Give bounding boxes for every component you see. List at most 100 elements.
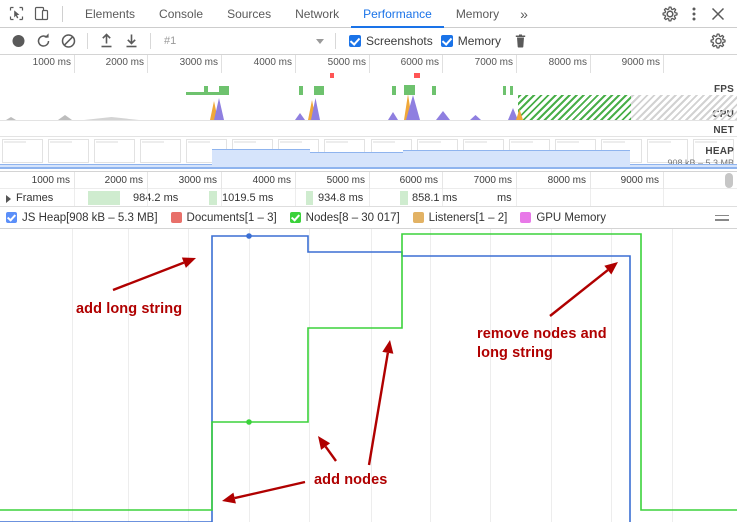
overview-row-cpu: CPU <box>0 94 737 121</box>
ruler-tick-label: 2000 ms <box>105 57 144 68</box>
fps-bar <box>204 86 208 95</box>
arrow-add-nodes-left <box>222 480 306 504</box>
more-vertical-icon[interactable] <box>683 3 705 25</box>
timeline-ruler-tick <box>442 172 443 190</box>
chevron-down-icon <box>316 38 324 44</box>
counter-legend-item-nodes[interactable]: Nodes[8 – 30 017] <box>289 212 400 224</box>
counters-chart[interactable]: add long string add nodes remove nodes a… <box>0 229 737 522</box>
timeline-ruler-tick <box>590 172 591 190</box>
screenshots-checkbox[interactable]: Screenshots <box>349 34 433 48</box>
counter-legend-item-listeners[interactable]: Listeners[1 – 2] <box>412 212 507 224</box>
frames-gridline <box>516 189 517 206</box>
counter-legend-item-gpu-memory[interactable]: GPU Memory <box>520 212 606 224</box>
cpu-gray-hatch-region <box>631 95 737 120</box>
frames-gridline <box>590 189 591 206</box>
tab-elements[interactable]: Elements <box>73 1 147 28</box>
ruler-tick-label: 5000 ms <box>327 57 366 68</box>
counters-legend: JS Heap[908 kB – 5.3 MB] Documents[1 – 3]… <box>0 207 737 229</box>
cpu-activity-peak <box>470 115 481 120</box>
capture-settings-gear-icon[interactable] <box>707 30 730 52</box>
record-button[interactable] <box>7 30 30 52</box>
frames-track[interactable]: Frames 984.2 ms 1019.5 ms 934.8 ms 858.1 ms… <box>0 189 737 207</box>
frames-gridline <box>295 189 296 206</box>
ruler-tick <box>516 55 517 73</box>
tab-list: Elements Console Sources Network Perform… <box>73 0 537 28</box>
cpu-green-hatch-region <box>518 95 631 120</box>
tab-console[interactable]: Console <box>147 1 215 28</box>
session-selector[interactable]: #1 <box>158 31 328 51</box>
timeline-ruler-tick-label: 4000 ms <box>252 175 291 186</box>
memory-label: Memory <box>457 34 502 48</box>
fps-row-label: FPS <box>713 84 734 95</box>
timeline-ruler-tick <box>221 172 222 190</box>
frame-duration-label: 1019.5 ms <box>222 192 274 204</box>
arrow-add-nodes-right <box>367 340 394 466</box>
annotation-line-2: long string <box>477 345 554 361</box>
color-swatch-icon <box>412 212 424 223</box>
chart-series-nodes <box>0 233 737 511</box>
frames-gridline <box>74 189 75 206</box>
frames-gridline <box>442 189 443 206</box>
inspect-icon[interactable] <box>8 5 25 22</box>
devtools-window: Elements Console Sources Network Perform… <box>0 0 737 522</box>
annotation-add-long-string: add long string <box>76 301 183 317</box>
ruler-tick <box>590 55 591 73</box>
close-icon[interactable] <box>707 3 729 25</box>
tab-network[interactable]: Network <box>283 1 351 28</box>
fps-dropped-frame-marker <box>414 73 420 78</box>
toolbar-divider-2 <box>150 33 151 49</box>
device-toolbar-icon[interactable] <box>33 5 50 22</box>
ruler-tick <box>74 55 75 73</box>
ruler-tick <box>147 55 148 73</box>
frame-block[interactable] <box>400 191 408 205</box>
settings-gear-icon[interactable] <box>659 3 681 25</box>
frame-block[interactable] <box>306 191 313 205</box>
checkbox-icon <box>349 35 361 47</box>
color-swatch-icon <box>170 212 182 223</box>
chart-data-point-marker[interactable] <box>246 233 252 239</box>
fps-dropped-frame-marker <box>330 73 334 78</box>
reload-and-record-button[interactable] <box>32 30 55 52</box>
timeline-overview[interactable]: 1000 ms 2000 ms 3000 ms 4000 ms 5000 ms 6000 … <box>0 55 737 171</box>
arrow-add-long-string <box>112 257 196 292</box>
annotation-remove-nodes-and-long-string: remove nodes and long string <box>477 325 607 363</box>
frame-block[interactable] <box>88 191 120 205</box>
counter-legend-item-documents[interactable]: Documents[1 – 3] <box>170 212 277 224</box>
cpu-activity-peak <box>436 111 450 120</box>
counters-menu-icon[interactable] <box>715 212 729 224</box>
expand-frames-caret-icon[interactable] <box>6 195 11 203</box>
color-swatch-icon <box>520 212 532 223</box>
overview-row-net: NET <box>0 121 737 137</box>
heap-overview-step <box>403 150 630 167</box>
ruler-tick-label: 3000 ms <box>179 57 218 68</box>
tabbar-divider <box>62 5 63 22</box>
trash-icon[interactable] <box>509 30 532 52</box>
tab-sources[interactable]: Sources <box>215 1 283 28</box>
counter-legend-item-js-heap[interactable]: JS Heap[908 kB – 5.3 MB] <box>6 212 158 224</box>
fps-bar <box>219 86 229 95</box>
tab-memory[interactable]: Memory <box>444 1 511 28</box>
checkbox-icon <box>6 212 17 223</box>
tabbar-left-icons <box>0 0 73 27</box>
clear-button[interactable] <box>57 30 80 52</box>
frame-block[interactable] <box>209 191 217 205</box>
tab-performance[interactable]: Performance <box>351 1 444 28</box>
vertical-scrollbar-thumb[interactable] <box>725 173 733 188</box>
memory-checkbox[interactable]: Memory <box>440 34 502 48</box>
frame-duration-label: 858.1 ms <box>412 192 458 204</box>
heap-overview-step <box>212 149 310 167</box>
screenshots-label: Screenshots <box>366 34 433 48</box>
chart-data-point-marker[interactable] <box>246 419 252 425</box>
more-tabs-button[interactable]: » <box>511 1 537 28</box>
cpu-activity-peak <box>84 117 139 120</box>
frames-gridline <box>147 189 148 206</box>
cpu-activity-peak <box>388 112 398 120</box>
upload-profile-button[interactable] <box>95 30 118 52</box>
timeline-ruler-tick <box>74 172 75 190</box>
timeline-ruler-tick <box>663 172 664 190</box>
arrow-remove-nodes <box>549 262 618 317</box>
net-row-label: NET <box>713 125 734 136</box>
ruler-tick <box>663 55 664 73</box>
download-profile-button[interactable] <box>120 30 143 52</box>
overview-row-fps: FPS <box>0 73 737 95</box>
